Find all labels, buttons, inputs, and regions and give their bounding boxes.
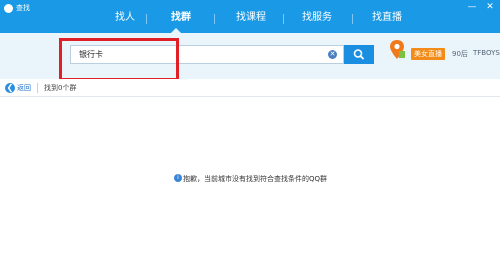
tab-find-groups[interactable]: 找群 <box>151 9 211 33</box>
back-button[interactable]: 返回 <box>17 83 31 93</box>
tab-find-courses[interactable]: 找课程 <box>221 9 281 33</box>
result-count: 找到0个群 <box>44 84 77 92</box>
clear-icon[interactable]: ✕ <box>328 50 337 59</box>
app-logo-icon <box>4 4 13 13</box>
hot-tag-link[interactable]: 90后 <box>452 49 468 59</box>
search-tabs: 找人 找群 找课程 找服务 找直播 <box>95 9 475 33</box>
search-button[interactable] <box>344 45 374 64</box>
tab-divider <box>283 14 284 24</box>
location-pin-icon[interactable] <box>388 39 406 61</box>
tab-find-services[interactable]: 找服务 <box>287 9 347 33</box>
search-icon <box>353 49 364 60</box>
tab-divider <box>214 14 215 24</box>
hot-tag-link[interactable]: TFBOYS <box>473 49 500 57</box>
tab-find-live[interactable]: 找直播 <box>357 9 417 33</box>
title-bar: 查找 — ✕ 找人 找群 找课程 找服务 找直播 <box>0 0 500 33</box>
window-title: 查找 <box>16 4 30 12</box>
tab-divider <box>352 14 353 24</box>
search-highlight-annotation <box>59 38 179 81</box>
toolbar-divider <box>37 83 38 93</box>
tab-divider <box>146 14 147 24</box>
info-icon: i <box>174 174 182 182</box>
hot-tag-badge[interactable]: 美女直播 <box>411 48 445 60</box>
back-arrow-icon[interactable]: ❮ <box>5 83 15 93</box>
empty-state-message: 抱歉，当前城市没有找到符合查找条件的QQ群 <box>183 175 328 183</box>
close-button[interactable]: ✕ <box>484 1 496 13</box>
